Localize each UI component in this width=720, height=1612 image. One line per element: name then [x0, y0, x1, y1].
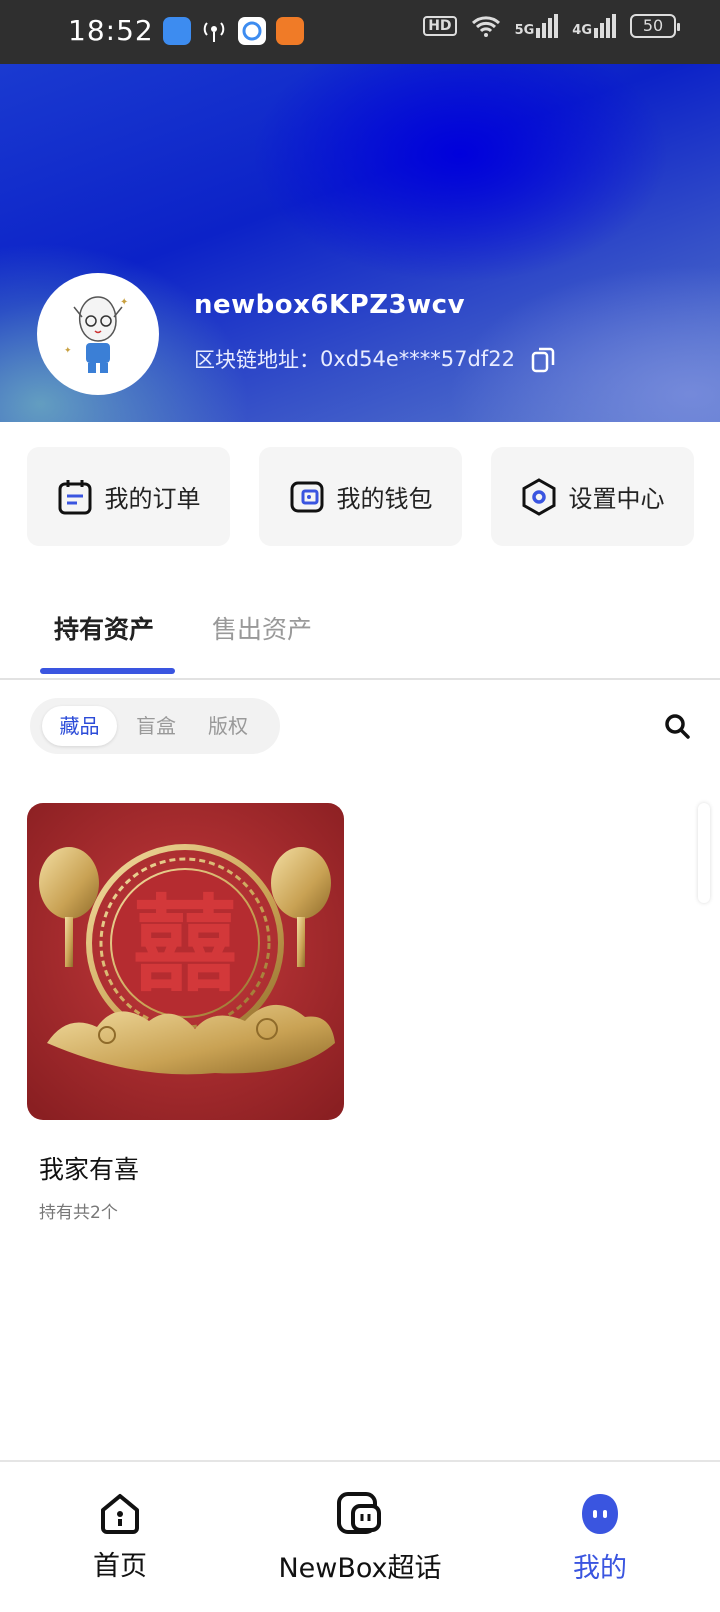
copy-icon[interactable] — [531, 345, 557, 373]
tab-sold-assets[interactable]: 售出资产 — [212, 610, 312, 646]
item-title[interactable]: 我家有喜 — [39, 1150, 139, 1186]
status-time: 18:52 — [68, 14, 154, 47]
tab-holding-assets[interactable]: 持有资产 — [54, 610, 154, 646]
browser-app-icon — [238, 17, 266, 45]
avatar-cartoon-icon: ✦ ✦ — [64, 296, 128, 373]
item-holding-count: 持有共2个 — [39, 1203, 118, 1223]
svg-text:✦: ✦ — [64, 346, 72, 356]
address-label: 区块链地址： — [194, 348, 320, 372]
settings-icon — [522, 477, 555, 516]
username: newbox6KPZ3wcv — [194, 290, 466, 320]
order-icon — [58, 479, 91, 514]
subtab-collectibles[interactable]: 藏品 — [42, 706, 117, 746]
status-indicators: HD 5G 4G 50 — [423, 14, 680, 38]
my-wallet-label: 我的钱包 — [336, 485, 433, 513]
subtab-blind-box[interactable]: 盲盒 — [126, 706, 186, 746]
category-filter: 藏品 盲盒 版权 — [30, 698, 280, 754]
signal-5g-icon: 5G — [515, 14, 559, 38]
tab-divider — [0, 678, 720, 680]
address-value: 0xd54e****57df22 — [320, 347, 515, 371]
settings-center-button[interactable]: 设置中心 — [491, 447, 694, 546]
nav-me-label: 我的 — [573, 1553, 627, 1584]
collectible-image[interactable]: 囍 — [27, 803, 344, 1120]
screen: 18:52 HD 5G 4G 50 ✦ ✦ newbox6KPZ3wcv 区块链… — [0, 0, 720, 1612]
address-row: 区块链地址： 0xd54e****57df22 — [194, 344, 557, 374]
bottom-nav-divider — [0, 1460, 720, 1462]
my-wallet-button[interactable]: 我的钱包 — [259, 447, 462, 546]
avatar[interactable]: ✦ ✦ — [37, 273, 159, 395]
search-icon[interactable] — [663, 712, 691, 744]
wifi-icon — [471, 16, 500, 37]
active-tab-indicator — [40, 668, 175, 674]
nav-home-label: 首页 — [93, 1551, 147, 1582]
nav-home[interactable]: 首页 — [90, 1490, 150, 1583]
battery-icon: 50 — [630, 14, 680, 38]
subtab-copyright[interactable]: 版权 — [198, 706, 258, 746]
nav-newbox-topics-label: NewBox超话 — [278, 1553, 442, 1584]
orange-app-icon — [276, 17, 304, 45]
app-notification-icon — [163, 17, 191, 45]
chat-icon — [337, 1492, 381, 1534]
svg-text:✦: ✦ — [120, 297, 128, 308]
nav-me[interactable]: 我的 — [560, 1490, 640, 1585]
nav-newbox-topics[interactable]: NewBox超话 — [270, 1490, 450, 1585]
scroll-indicator[interactable] — [698, 803, 710, 903]
status-bar: 18:52 HD 5G 4G 50 — [0, 0, 720, 64]
wallet-icon — [290, 481, 323, 512]
profile-header: ✦ ✦ newbox6KPZ3wcv 区块链地址： 0xd54e****57df… — [0, 64, 720, 422]
settings-center-label: 设置中心 — [568, 485, 665, 513]
svg-text:囍: 囍 — [133, 884, 237, 1006]
hotspot-icon — [200, 17, 228, 45]
my-orders-label: 我的订单 — [104, 485, 201, 513]
my-orders-button[interactable]: 我的订单 — [27, 447, 230, 546]
hd-icon: HD — [423, 16, 457, 36]
signal-4g-icon: 4G — [572, 14, 616, 38]
home-icon — [101, 1494, 139, 1534]
profile-icon — [582, 1494, 618, 1534]
